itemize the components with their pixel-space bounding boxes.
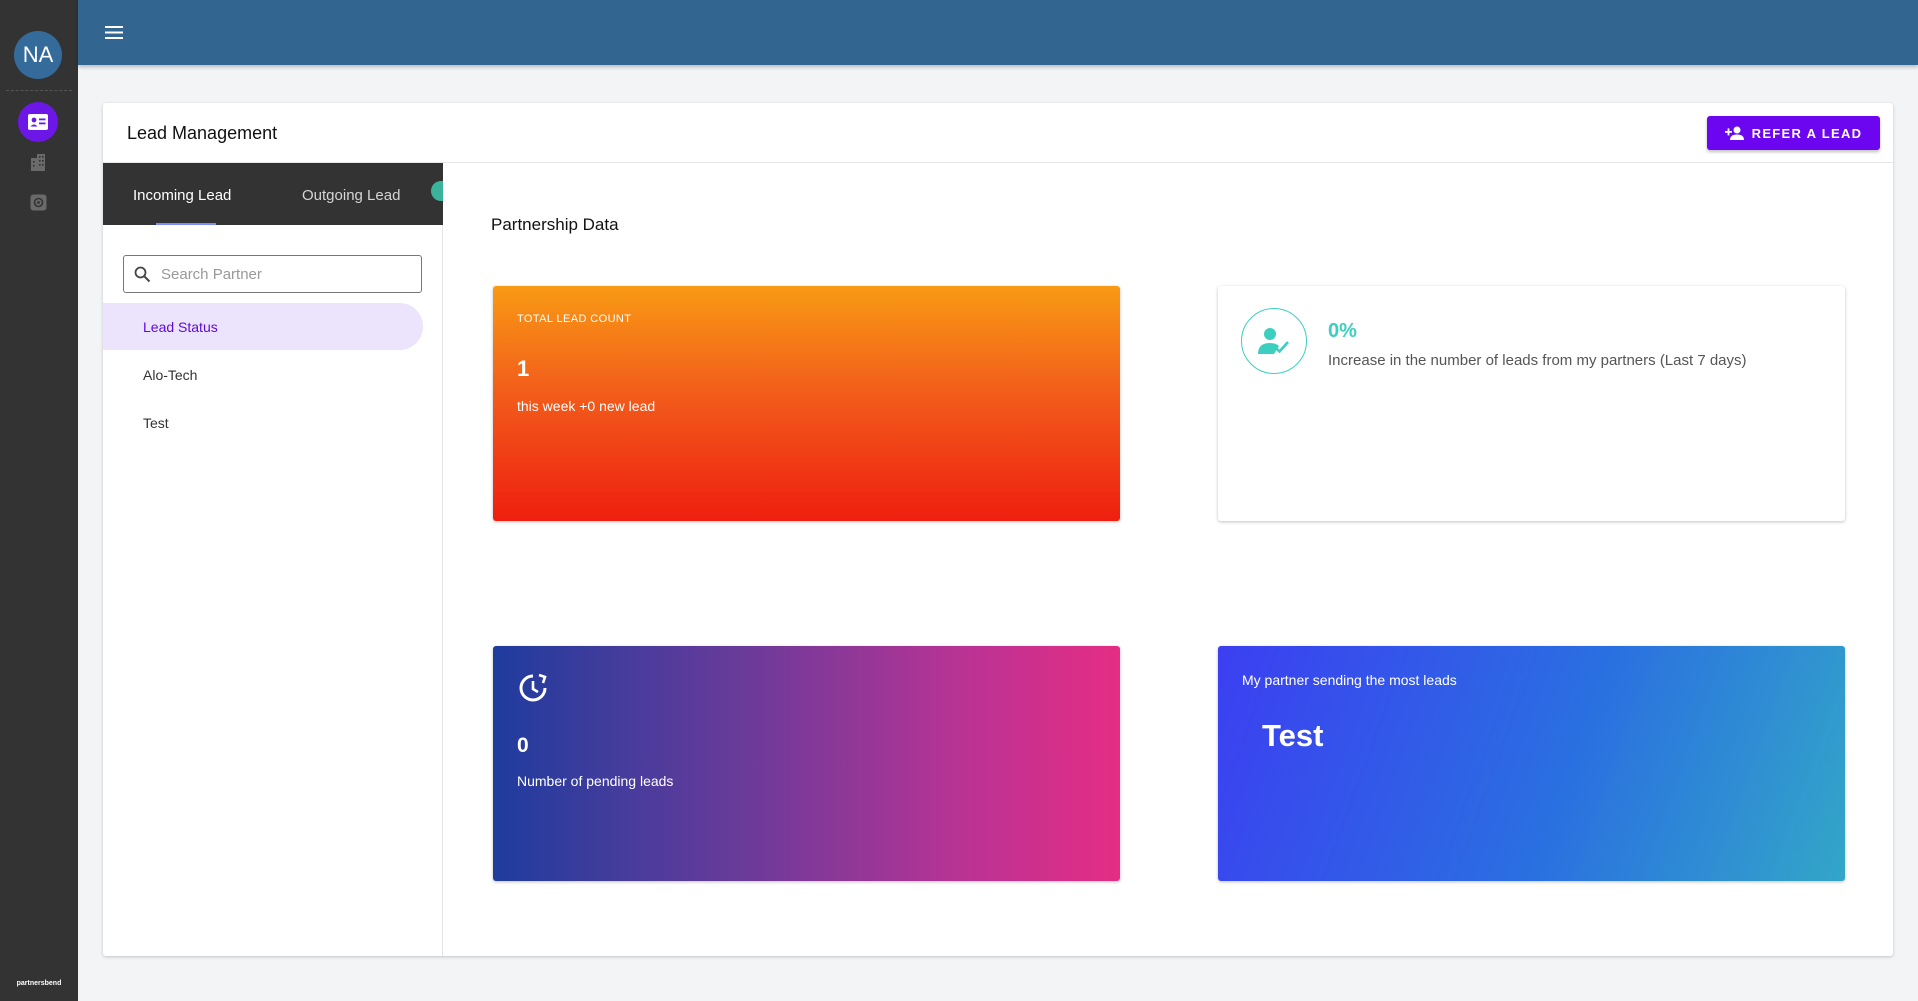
section-title: Partnership Data bbox=[491, 215, 619, 234]
top-app-bar bbox=[78, 0, 1918, 65]
total-lead-sub: this week +0 new lead bbox=[517, 398, 656, 414]
search-partner-box bbox=[123, 255, 422, 293]
top-partner-label: My partner sending the most leads bbox=[1242, 672, 1457, 688]
top-partner-name: Test bbox=[1262, 718, 1324, 753]
partner-item-test[interactable]: Test bbox=[103, 399, 423, 446]
total-lead-value: 1 bbox=[517, 356, 530, 381]
person-check-icon bbox=[1258, 328, 1289, 354]
page-title: Lead Management bbox=[127, 123, 278, 143]
pending-sub: Number of pending leads bbox=[517, 773, 674, 789]
tab-outgoing-lead[interactable]: Outgoing Lead bbox=[302, 187, 400, 204]
refer-lead-label: REFER A LEAD bbox=[1751, 125, 1863, 141]
partner-list: Lead Status Alo-Tech Test bbox=[103, 303, 423, 447]
partner-item-alo-tech[interactable]: Alo-Tech bbox=[103, 351, 423, 398]
lead-increase-card: 0% Increase in the number of leads from … bbox=[1218, 286, 1845, 521]
lead-management-card: Lead Management REFER A LEAD Incoming Le… bbox=[103, 103, 1893, 956]
buildings-icon bbox=[31, 153, 45, 171]
contact-card-icon bbox=[28, 114, 48, 130]
menu-button[interactable] bbox=[102, 20, 126, 44]
tab-incoming-lead[interactable]: Incoming Lead bbox=[133, 187, 231, 204]
partner-panel: Incoming Lead Outgoing Lead Lead Status … bbox=[103, 163, 443, 956]
nav-lead-management[interactable] bbox=[18, 102, 58, 142]
tab-scroll-button[interactable] bbox=[431, 181, 443, 201]
active-tab-indicator bbox=[156, 223, 216, 225]
total-lead-count-card: TOTAL LEAD COUNT 1 this week +0 new lead bbox=[493, 286, 1120, 521]
refer-lead-button[interactable]: REFER A LEAD bbox=[1707, 116, 1880, 150]
increase-description: Increase in the number of leads from my … bbox=[1328, 352, 1747, 369]
menu-icon bbox=[105, 25, 123, 39]
lead-tabs: Incoming Lead Outgoing Lead bbox=[103, 163, 443, 225]
avatar[interactable]: NA bbox=[14, 31, 62, 79]
avatar-initials: NA bbox=[22, 42, 54, 67]
settings-box-icon bbox=[30, 194, 46, 210]
increase-value: 0% bbox=[1328, 320, 1357, 342]
pending-leads-card: 0 Number of pending leads bbox=[493, 646, 1120, 881]
partner-item-lead-status[interactable]: Lead Status bbox=[103, 303, 423, 350]
rail-divider bbox=[6, 90, 72, 91]
partner-item-label: Test bbox=[143, 414, 169, 431]
inc-icon-circle bbox=[1241, 308, 1307, 374]
partner-item-label: Alo-Tech bbox=[143, 366, 198, 383]
pend-icon-wrap bbox=[517, 672, 549, 709]
total-lead-label: TOTAL LEAD COUNT bbox=[517, 313, 632, 325]
card-header: Lead Management REFER A LEAD bbox=[103, 103, 1893, 163]
partner-item-label: Lead Status bbox=[143, 318, 218, 335]
left-rail: NA partnersbend bbox=[0, 0, 78, 1001]
search-icon bbox=[134, 266, 151, 282]
nav-integrations[interactable] bbox=[18, 182, 58, 222]
pending-value: 0 bbox=[517, 734, 529, 757]
brand-logo: partnersbend bbox=[16, 980, 62, 987]
search-partner-input[interactable] bbox=[161, 265, 401, 283]
top-partner-card: My partner sending the most leads Test bbox=[1218, 646, 1845, 881]
history-clock-icon bbox=[519, 673, 547, 702]
nav-companies[interactable] bbox=[18, 142, 58, 182]
person-add-icon bbox=[1724, 126, 1744, 140]
